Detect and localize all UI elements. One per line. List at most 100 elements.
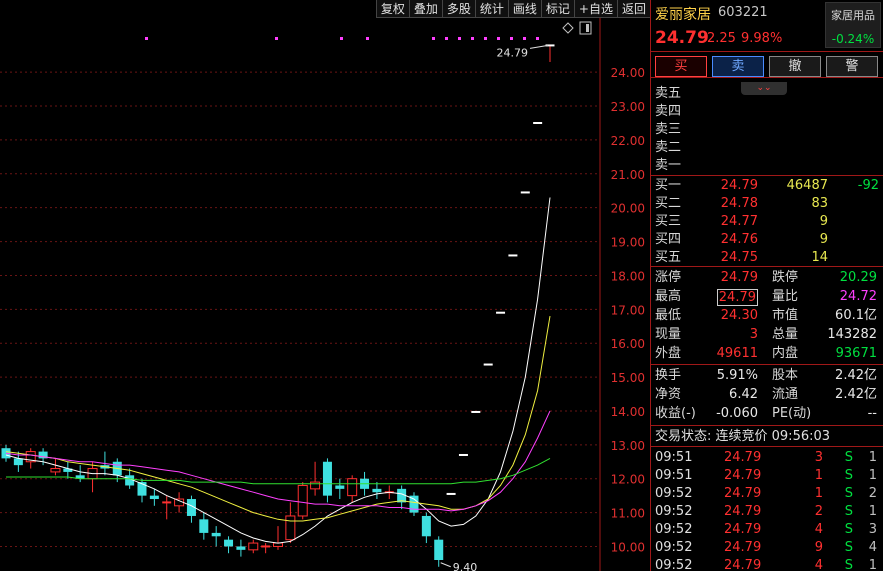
limit-up-label: 涨停 — [655, 270, 682, 285]
toolbar-add-watchlist-button[interactable]: +自选 — [573, 0, 617, 18]
tick-volume: 4 — [814, 558, 823, 571]
signal-marker — [523, 37, 526, 40]
bid-volume: 46487 — [786, 178, 828, 193]
bid-volume: 9 — [819, 214, 828, 229]
low-label: 最低 — [655, 308, 682, 323]
limit-up-value: 24.79 — [720, 270, 758, 285]
tick-time: 09:51 — [655, 450, 693, 465]
quote-stats: 涨停 24.79 跌停 20.29 最高 24.79 量比 24.72 最低 2… — [651, 268, 883, 365]
bid-row[interactable]: 买三 24.77 9 — [651, 213, 883, 231]
quote-header: 爱丽家居 603221 24.79 2.25 9.98% 家居用品 -0.24% — [651, 0, 883, 52]
tick-price: 24.79 — [724, 468, 762, 483]
tick-time: 09:52 — [655, 558, 693, 571]
tick-price: 24.79 — [724, 504, 762, 519]
signal-marker — [275, 37, 278, 40]
high-value: 24.79 — [716, 289, 758, 306]
tick-count: 1 — [868, 468, 877, 483]
stats-row: 外盘 49611 内盘 93671 — [651, 344, 883, 363]
current-volume-label: 现量 — [655, 327, 682, 342]
candle-body — [211, 532, 221, 537]
inner-volume-label: 内盘 — [772, 346, 799, 361]
toolbar-draw-line-button[interactable]: 画线 — [507, 0, 541, 18]
eps-value: -0.060 — [716, 406, 758, 421]
current-volume-value: 3 — [749, 327, 758, 342]
bid-label: 买二 — [655, 196, 682, 211]
ma-line-ma3 — [5, 410, 551, 512]
toolbar-restore-rights-button[interactable]: 复权 — [375, 0, 409, 18]
tick-volume: 3 — [814, 450, 823, 465]
total-volume-value: 143282 — [827, 327, 877, 342]
tick-volume: 4 — [814, 522, 823, 537]
tick-price: 24.79 — [724, 522, 762, 537]
tick-list[interactable]: 09:51 24.79 3 S 1 09:51 24.79 1 S 1 09:5… — [651, 449, 883, 571]
sell-button[interactable]: 卖 — [712, 56, 764, 77]
float-shares-value: 2.42亿 — [835, 387, 877, 402]
ask-book: 卖五 卖四 卖三 卖二 卖一 — [651, 84, 883, 176]
signal-marker — [510, 37, 513, 40]
low-annotation-label: 9.40 — [453, 561, 478, 571]
bid-volume-change: -92 — [857, 178, 879, 193]
toolbar-multi-stock-button[interactable]: 多股 — [441, 0, 475, 18]
toolbar-back-button[interactable]: 返回 — [616, 0, 650, 18]
stats-row: 最低 24.30 市值 60.1亿 — [651, 306, 883, 325]
kline-chart[interactable]: 复权 叠加 多股 统计 画线 标记 +自选 返回 24.00 23.00 22.00… — [0, 0, 650, 571]
cancel-order-button[interactable]: 撤 — [769, 56, 821, 77]
signal-marker — [484, 37, 487, 40]
tick-time: 09:52 — [655, 504, 693, 519]
stats-row: 现量 3 总量 143282 — [651, 325, 883, 344]
candle-body — [335, 485, 345, 489]
bid-price: 24.78 — [720, 196, 758, 211]
tick-price: 24.79 — [724, 558, 762, 571]
tick-count: 1 — [868, 558, 877, 571]
bid-volume: 83 — [811, 196, 828, 211]
quote-panel: 爱丽家居 603221 24.79 2.25 9.98% 家居用品 -0.24%… — [650, 0, 883, 571]
ask-row: 卖一 — [651, 157, 883, 175]
bid-row[interactable]: 买一 24.79 46487 -92 — [651, 177, 883, 195]
toolbar-mark-button[interactable]: 标记 — [540, 0, 574, 18]
bid-row[interactable]: 买五 24.75 14 — [651, 249, 883, 267]
bid-row[interactable]: 买二 24.78 83 — [651, 195, 883, 213]
y-tick-label: 19.00 — [611, 236, 645, 250]
diamond-icon[interactable] — [562, 22, 574, 34]
buy-button[interactable]: 买 — [655, 56, 707, 77]
tick-price: 24.79 — [724, 450, 762, 465]
tick-time: 09:52 — [655, 540, 693, 555]
price-change: 2.25 — [707, 31, 736, 46]
price-change-percent: 9.98% — [741, 31, 783, 46]
ask-label: 卖一 — [655, 158, 682, 173]
window-toggle-icon[interactable] — [579, 21, 592, 35]
y-tick-label: 16.00 — [611, 337, 645, 351]
tick-row: 09:52 24.79 2 S 1 — [651, 503, 883, 521]
ask-row: 卖二 — [651, 139, 883, 157]
y-tick-label: 18.00 — [611, 269, 645, 283]
tick-row: 09:51 24.79 1 S 1 — [651, 467, 883, 485]
bid-row[interactable]: 买四 24.76 9 — [651, 231, 883, 249]
candle-body — [310, 481, 321, 490]
tick-row: 09:52 24.79 4 S 1 — [651, 557, 883, 571]
tick-row: 09:51 24.79 3 S 1 — [651, 449, 883, 467]
signal-marker — [458, 37, 461, 40]
sector-name: 家居用品 — [831, 9, 875, 22]
high-annotation-label: 24.79 — [497, 46, 529, 59]
toolbar-statistics-button[interactable]: 统计 — [474, 0, 508, 18]
candle-body — [224, 539, 234, 547]
ask-row: 卖四 — [651, 103, 883, 121]
bid-price: 24.75 — [720, 250, 758, 265]
candle-body — [372, 488, 382, 493]
bid-volume: 9 — [819, 232, 828, 247]
toolbar-overlay-button[interactable]: 叠加 — [408, 0, 442, 18]
signal-marker — [145, 37, 148, 40]
y-tick-label: 11.00 — [611, 507, 645, 521]
candle-body — [297, 484, 308, 517]
tick-volume: 1 — [814, 468, 823, 483]
collapse-chevron-icon[interactable]: ⌄⌄ — [741, 82, 787, 95]
tick-volume: 2 — [814, 504, 823, 519]
market-cap-value: 60.1亿 — [835, 308, 877, 323]
trading-status: 交易状态: 连续竞价 09:56:03 — [651, 427, 883, 447]
low-value: 24.30 — [720, 308, 758, 323]
window-toggle-icon-bar — [586, 24, 589, 32]
alert-button[interactable]: 警 — [826, 56, 878, 77]
sector-box[interactable]: 家居用品 -0.24% — [825, 2, 881, 48]
tick-count: 2 — [868, 486, 877, 501]
turnover-value: 5.91% — [716, 368, 758, 383]
